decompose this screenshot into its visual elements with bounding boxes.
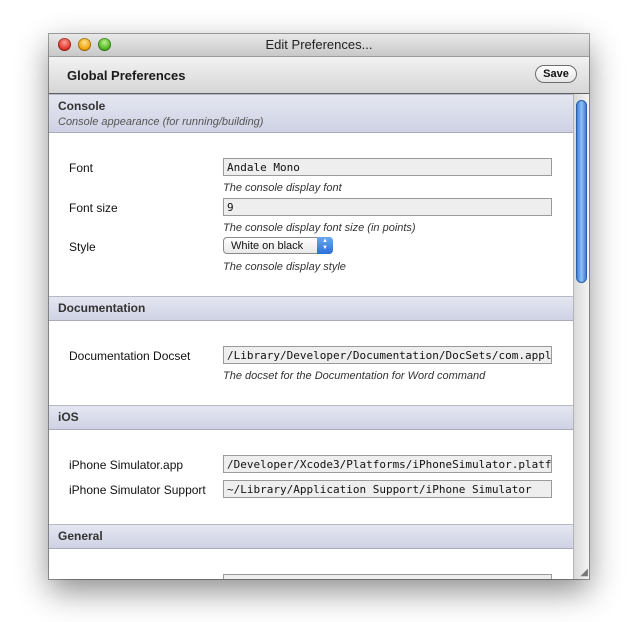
- title-bar[interactable]: Edit Preferences...: [49, 34, 589, 57]
- section-subtitle: Console appearance (for running/building…: [58, 116, 264, 128]
- font-hint: The console display font: [223, 182, 342, 194]
- simulator-support-label: iPhone Simulator Support: [69, 483, 206, 497]
- simulator-app-label: iPhone Simulator.app: [69, 458, 184, 472]
- style-popup-value: White on black: [231, 240, 304, 252]
- font-size-field[interactable]: 9: [223, 198, 552, 216]
- section-title: Console: [58, 99, 106, 113]
- docset-label: Documentation Docset: [69, 349, 191, 363]
- section-header-ios: iOS: [49, 405, 573, 430]
- save-button[interactable]: Save: [535, 65, 577, 83]
- docset-hint: The docset for the Documentation for Wor…: [223, 370, 486, 382]
- font-size-label: Font size: [69, 201, 118, 215]
- section-header-documentation: Documentation: [49, 296, 573, 321]
- section-title: General: [58, 529, 103, 543]
- section-title: Documentation: [58, 301, 146, 315]
- page-title: Global Preferences: [67, 68, 186, 83]
- section-title: iOS: [58, 410, 79, 424]
- simulator-support-field[interactable]: ~/Library/Application Support/iPhone Sim…: [223, 480, 552, 498]
- section-header-console: Console Console appearance (for running/…: [49, 94, 573, 133]
- style-label: Style: [69, 240, 96, 254]
- general-first-field[interactable]: [223, 574, 552, 579]
- style-hint: The console display style: [223, 261, 346, 273]
- resize-grip-icon[interactable]: ◢: [580, 567, 588, 578]
- vertical-scrollbar[interactable]: [573, 94, 589, 579]
- font-size-hint: The console display font size (in points…: [223, 222, 416, 234]
- preferences-window: Edit Preferences... Global Preferences S…: [49, 34, 589, 579]
- section-header-general: General: [49, 524, 573, 549]
- font-label: Font: [69, 161, 94, 175]
- font-field[interactable]: Andale Mono: [223, 158, 552, 176]
- preferences-content[interactable]: Console Console appearance (for running/…: [49, 94, 573, 579]
- simulator-app-field[interactable]: /Developer/Xcode3/Platforms/iPhoneSimula…: [223, 455, 552, 473]
- popup-arrows-icon: ▲ ▼: [317, 237, 333, 254]
- style-popup[interactable]: White on black ▲ ▼: [223, 237, 333, 254]
- scrollbar-thumb[interactable]: [576, 100, 587, 283]
- window-title: Edit Preferences...: [265, 37, 373, 52]
- docset-field[interactable]: /Library/Developer/Documentation/DocSets…: [223, 346, 552, 364]
- preferences-header: Global Preferences Save: [49, 57, 589, 94]
